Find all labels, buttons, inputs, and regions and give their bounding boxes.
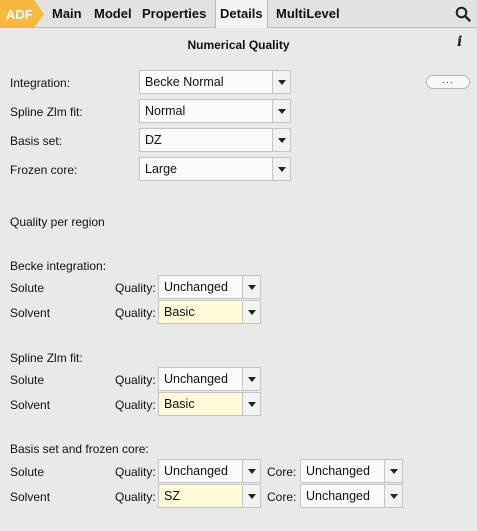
spline-solute-dropdown-button[interactable] [242,368,260,390]
tab-main[interactable]: Main [52,0,82,28]
search-icon[interactable] [455,6,471,22]
basis-value: DZ [145,133,162,147]
frozen-label: Frozen core: [10,163,78,177]
tab-adf[interactable]: ADF [0,0,44,28]
tab-bar: ADF Main Model Properties Details MultiL… [0,0,477,28]
basis-select[interactable]: DZ [139,128,291,152]
chevron-down-icon [248,402,256,407]
basis-solute-core-label: Core: [267,465,297,479]
spline-solvent-dropdown-button[interactable] [242,393,260,415]
basis-solvent-quality-label: Quality: [115,490,156,504]
panel-title: Numerical Quality [187,38,290,52]
spline-region-heading: Spline Zlm fit: [10,351,83,365]
basis-label: Basis set: [10,134,63,148]
becke-solvent-dropdown-button[interactable] [242,301,260,323]
chevron-down-icon [248,494,256,499]
chevron-down-icon [278,109,286,114]
basis-solvent-core-select[interactable]: Unchanged [300,484,403,508]
basis-solute-core-value: Unchanged [306,464,370,478]
spline-solvent-label: Solvent [10,398,51,412]
spline-solvent-quality-select[interactable]: Basic [158,392,261,416]
basis-region-heading: Basis set and frozen core: [10,442,149,456]
basis-solute-quality-select[interactable]: Unchanged [158,459,261,483]
chevron-down-icon [278,138,286,143]
basis-solvent-core-label: Core: [267,490,297,504]
integration-value: Becke Normal [145,75,224,89]
basis-solvent-core-dropdown-button[interactable] [384,485,402,507]
basis-solute-quality-value: Unchanged [164,464,228,478]
tab-properties[interactable]: Properties [142,0,206,28]
frozen-dropdown-button[interactable] [272,158,290,180]
frozen-select[interactable]: Large [139,157,291,181]
basis-solute-quality-label: Quality: [115,465,156,479]
basis-solvent-quality-value: SZ [164,489,180,503]
spline-solute-quality-label: Quality: [115,373,156,387]
regions-heading: Quality per region [10,215,105,229]
becke-solvent-quality-value: Basic [164,305,195,319]
chevron-down-icon [248,469,256,474]
becke-solute-dropdown-button[interactable] [242,276,260,298]
spline-dropdown-button[interactable] [272,100,290,122]
basis-solvent-core-value: Unchanged [306,489,370,503]
spline-value: Normal [145,104,186,118]
spline-solute-label: Solute [10,373,45,387]
integration-label: Integration: [10,76,71,90]
basis-solute-core-dropdown-button[interactable] [384,460,402,482]
becke-solute-quality-value: Unchanged [164,280,228,294]
chevron-down-icon [248,310,256,315]
tab-model[interactable]: Model [94,0,132,28]
basis-solute-core-select[interactable]: Unchanged [300,459,403,483]
tab-details[interactable]: Details [215,0,268,28]
spline-solvent-quality-value: Basic [164,397,195,411]
tab-multilevel[interactable]: MultiLevel [276,0,340,28]
becke-heading: Becke integration: [10,259,107,273]
basis-solvent-dropdown-button[interactable] [242,485,260,507]
spline-select[interactable]: Normal [139,99,291,123]
basis-dropdown-button[interactable] [272,129,290,151]
becke-solvent-quality-label: Quality: [115,306,156,320]
basis-solute-dropdown-button[interactable] [242,460,260,482]
integration-dropdown-button[interactable] [272,71,290,93]
info-icon[interactable]: i [457,35,465,49]
spline-solvent-quality-label: Quality: [115,398,156,412]
basis-solvent-quality-select[interactable]: SZ [158,484,261,508]
spline-label: Spline Zlm fit: [10,105,83,119]
chevron-down-icon [278,167,286,172]
more-options-button[interactable]: ... [426,75,470,89]
becke-solute-quality-select[interactable]: Unchanged [158,275,261,299]
becke-solute-label: Solute [10,281,45,295]
spline-solute-quality-value: Unchanged [164,372,228,386]
tab-adf-label: ADF [6,7,33,22]
chevron-down-icon [248,285,256,290]
spline-solute-quality-select[interactable]: Unchanged [158,367,261,391]
basis-solvent-label: Solvent [10,490,51,504]
chevron-down-icon [248,377,256,382]
frozen-value: Large [145,162,177,176]
becke-solvent-label: Solvent [10,306,51,320]
chevron-down-icon [390,494,398,499]
chevron-down-icon [278,80,286,85]
chevron-down-icon [390,469,398,474]
becke-solute-quality-label: Quality: [115,281,156,295]
becke-solvent-quality-select[interactable]: Basic [158,300,261,324]
basis-solute-label: Solute [10,465,45,479]
integration-select[interactable]: Becke Normal [139,70,291,94]
